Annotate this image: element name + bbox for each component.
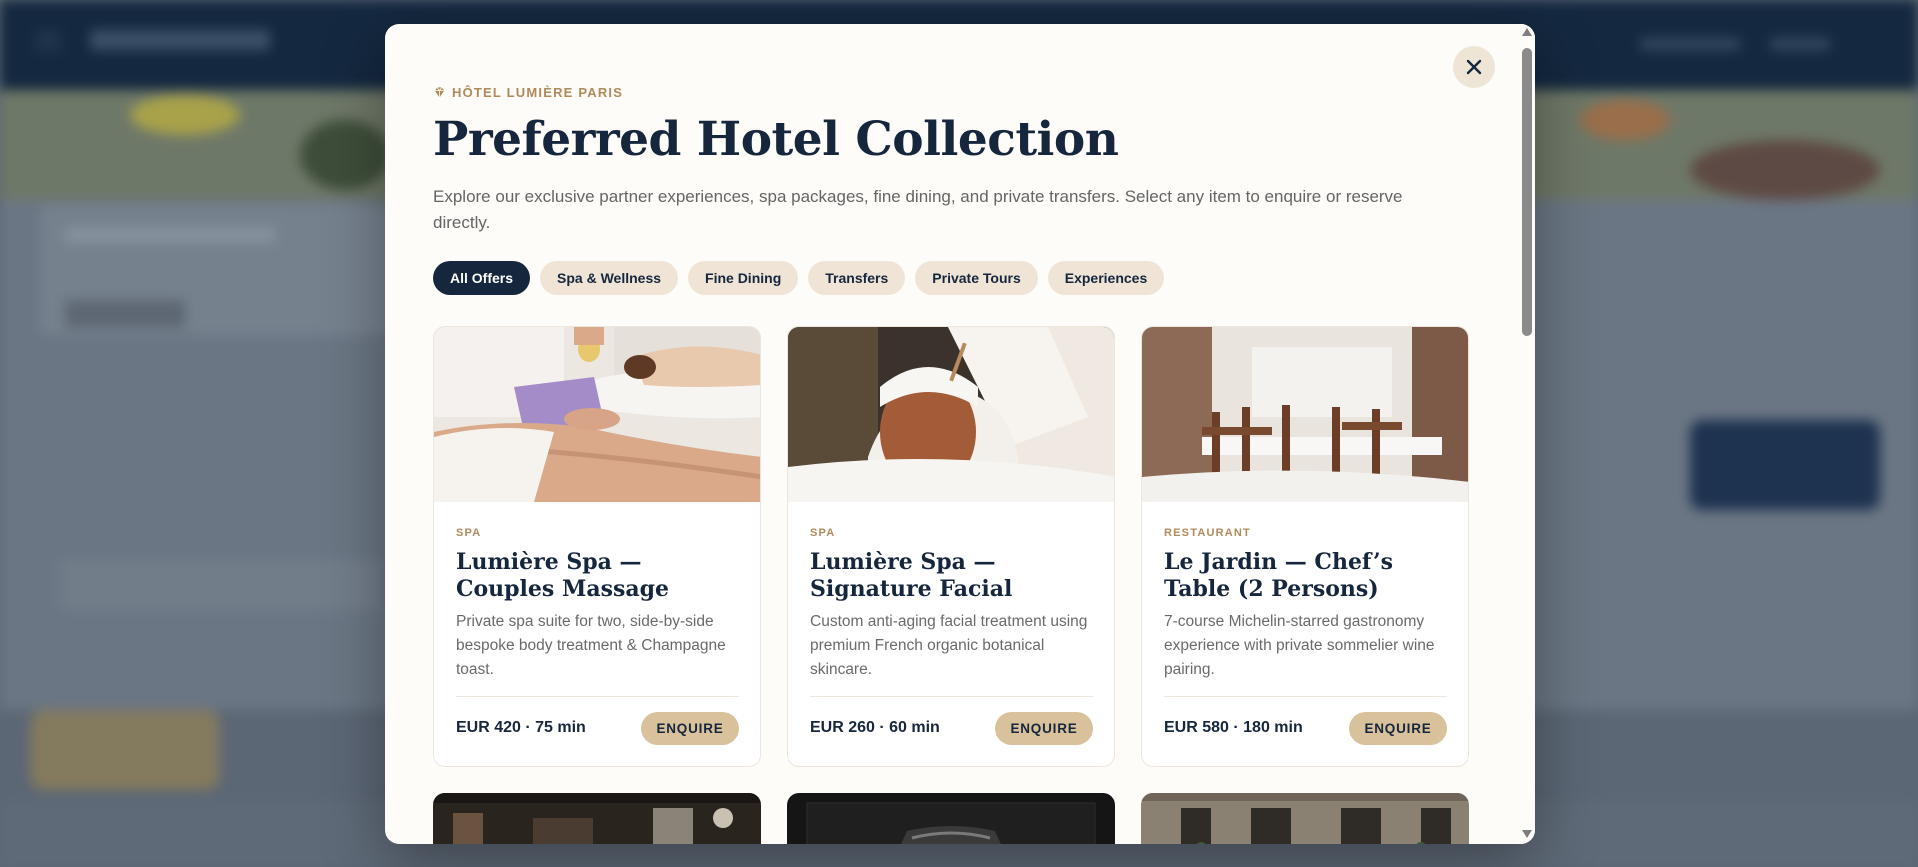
- offer-description: Private spa suite for two, side-by-side …: [456, 613, 726, 678]
- offer-category: SPA: [456, 527, 482, 539]
- filter-chip-spa-wellness[interactable]: Spa & Wellness: [540, 261, 679, 295]
- offer-card-partial[interactable]: [1141, 793, 1469, 844]
- gem-icon: [434, 87, 445, 98]
- filter-chip-all-offers[interactable]: All Offers: [433, 261, 531, 295]
- background-text: [65, 228, 275, 242]
- background-blob: [1690, 140, 1880, 200]
- offer-description: Custom anti-aging facial treatment using…: [810, 613, 1088, 678]
- offer-title: Lumière Spa — Signature Facial: [810, 549, 1013, 602]
- offer-category: SPA: [810, 527, 836, 539]
- filter-chip-fine-dining[interactable]: Fine Dining: [688, 261, 799, 295]
- enquire-button[interactable]: ENQUIRE: [641, 712, 739, 745]
- brand-eyebrow: HÔTEL LUMIÈRE PARIS: [433, 85, 623, 100]
- offer-image-car: [787, 793, 1115, 844]
- scroll-down-arrow-icon[interactable]: [1522, 830, 1532, 838]
- offer-divider: [456, 696, 739, 697]
- filter-chip-private-tours[interactable]: Private Tours: [915, 261, 1038, 295]
- background-nav-link: [1770, 38, 1830, 50]
- offers-modal: HÔTEL LUMIÈRE PARIS Preferred Hotel Coll…: [385, 24, 1535, 844]
- offer-price: EUR 580 · 180 min: [1164, 719, 1303, 736]
- offer-divider: [1164, 696, 1447, 697]
- brand-name: HÔTEL LUMIÈRE PARIS: [452, 85, 624, 100]
- offer-card-partial[interactable]: [433, 793, 761, 844]
- offer-title: Le Jardin — Chef’s Table (2 Persons): [1164, 549, 1394, 602]
- offer-card[interactable]: SPA Lumière Spa — Couples Massage Privat…: [433, 326, 761, 767]
- enquire-button[interactable]: ENQUIRE: [1349, 712, 1447, 745]
- background-cta: [1690, 420, 1880, 510]
- filter-chips: All Offers Spa & Wellness Fine Dining Tr…: [433, 261, 1165, 295]
- scroll-thumb[interactable]: [1522, 48, 1532, 336]
- offer-price: EUR 260 · 60 min: [810, 719, 940, 736]
- offer-image-chefs-table: [1142, 327, 1468, 502]
- offer-title: Lumière Spa — Couples Massage: [456, 549, 669, 602]
- background-nav-link: [1640, 38, 1740, 50]
- offer-category: RESTAURANT: [1164, 527, 1251, 539]
- offer-image-lounge: [433, 793, 761, 844]
- filter-chip-transfers[interactable]: Transfers: [808, 261, 906, 295]
- background-menu-icon: [35, 34, 61, 48]
- enquire-button[interactable]: ENQUIRE: [995, 712, 1093, 745]
- offer-description: 7-course Michelin-starred gastronomy exp…: [1164, 613, 1435, 678]
- background-text: [60, 560, 380, 610]
- offer-divider: [810, 696, 1093, 697]
- filter-chip-experiences[interactable]: Experiences: [1047, 261, 1165, 295]
- offer-image-couples-massage: [434, 327, 760, 502]
- modal-scrollbar[interactable]: [1519, 24, 1535, 844]
- background-button: [65, 300, 185, 328]
- offer-card[interactable]: SPA Lumière Spa — Signature Facial Custo…: [787, 326, 1115, 767]
- background-blob: [130, 95, 240, 135]
- background-gold-button: [30, 710, 220, 790]
- background-logo: [90, 30, 270, 50]
- offer-card[interactable]: RESTAURANT Le Jardin — Chef’s Table (2 P…: [1141, 326, 1469, 767]
- offer-image-building: [1141, 793, 1469, 844]
- offer-price: EUR 420 · 75 min: [456, 719, 586, 736]
- modal-title: Preferred Hotel Collection: [433, 112, 1119, 167]
- background-blob: [300, 120, 390, 190]
- background-blob: [1580, 100, 1670, 140]
- scroll-up-arrow-icon[interactable]: [1522, 28, 1532, 36]
- offer-card-partial[interactable]: [787, 793, 1115, 844]
- offer-image-signature-facial: [788, 327, 1114, 502]
- modal-content: HÔTEL LUMIÈRE PARIS Preferred Hotel Coll…: [433, 24, 1469, 844]
- modal-description: Explore our exclusive partner experience…: [433, 187, 1403, 232]
